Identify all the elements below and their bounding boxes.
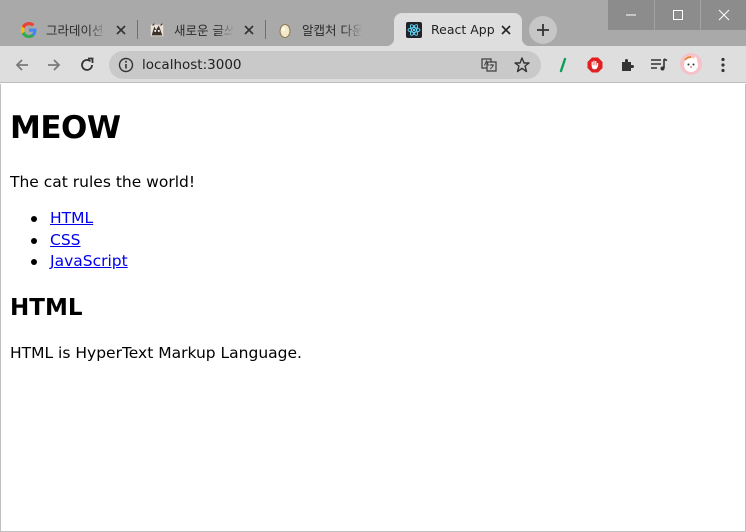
- reload-icon: [81, 57, 94, 71]
- address-bar[interactable]: localhost:3000: [109, 51, 541, 79]
- minimize-button[interactable]: [608, 0, 654, 30]
- new-tab-button[interactable]: [529, 16, 557, 44]
- section-heading: HTML: [10, 295, 83, 321]
- puzzle-extensions-icon[interactable]: [617, 55, 637, 75]
- maximize-icon: [672, 10, 683, 20]
- nav-list: HTML CSS JavaScript: [30, 208, 128, 273]
- arrow-left-icon: [15, 59, 28, 71]
- url-text: localhost:3000: [142, 57, 242, 73]
- avatar-icon: [680, 53, 702, 75]
- close-tab-icon[interactable]: [498, 22, 514, 38]
- tab-title: 새로운 글쓰: [174, 23, 234, 38]
- extension-slash-icon[interactable]: [553, 55, 573, 75]
- section-text: HTML is HyperText Markup Language.: [10, 344, 302, 362]
- plus-icon: [537, 24, 549, 36]
- google-favicon-icon: [21, 21, 37, 38]
- info-icon[interactable]: [118, 57, 134, 77]
- page-heading: MEOW: [10, 110, 121, 146]
- more-vertical-icon: [721, 57, 725, 73]
- list-item: HTML: [30, 208, 128, 230]
- tab-4-active[interactable]: React App: [386, 13, 530, 46]
- forward-button[interactable]: [40, 51, 68, 79]
- list-item: JavaScript: [30, 251, 128, 273]
- media-playlist-icon[interactable]: [649, 55, 669, 75]
- nav-link-html[interactable]: HTML: [50, 209, 93, 227]
- tab-title: 그라데이션: [46, 23, 104, 38]
- tab-1[interactable]: 그라데이션: [9, 13, 137, 46]
- arrow-right-icon: [48, 59, 61, 71]
- adblock-extension-icon[interactable]: [585, 55, 605, 75]
- nav-link-css[interactable]: CSS: [50, 231, 81, 249]
- tab-strip: 그라데이션 새로운 글쓰 알캡처 다운 React App: [0, 0, 746, 46]
- menu-button[interactable]: [713, 55, 733, 75]
- tab-2[interactable]: 새로운 글쓰: [137, 13, 265, 46]
- tab-3[interactable]: 알캡처 다운: [265, 13, 393, 46]
- reload-button[interactable]: [73, 51, 101, 79]
- page-viewport: MEOW The cat rules the world! HTML CSS J…: [0, 84, 746, 532]
- close-tab-icon[interactable]: [113, 22, 129, 38]
- minimize-icon: [626, 14, 636, 16]
- egg-favicon-icon: [277, 22, 293, 38]
- react-favicon-icon: [406, 21, 422, 38]
- bookmark-star-icon[interactable]: [513, 56, 531, 78]
- close-window-button[interactable]: [700, 0, 746, 30]
- maximize-button[interactable]: [654, 0, 700, 30]
- profile-avatar[interactable]: [680, 53, 702, 75]
- translate-icon[interactable]: [481, 57, 497, 77]
- tab-title: React App: [431, 22, 495, 37]
- browser-toolbar: localhost:3000: [0, 46, 746, 83]
- intro-text: The cat rules the world!: [10, 173, 196, 191]
- close-icon: [718, 9, 729, 21]
- back-button[interactable]: [8, 51, 36, 79]
- close-tab-icon[interactable]: [241, 22, 257, 38]
- tab-title: 알캡처 다운: [302, 23, 362, 38]
- cat-favicon-icon: [149, 22, 165, 38]
- list-item: CSS: [30, 230, 128, 252]
- nav-link-javascript[interactable]: JavaScript: [50, 252, 128, 270]
